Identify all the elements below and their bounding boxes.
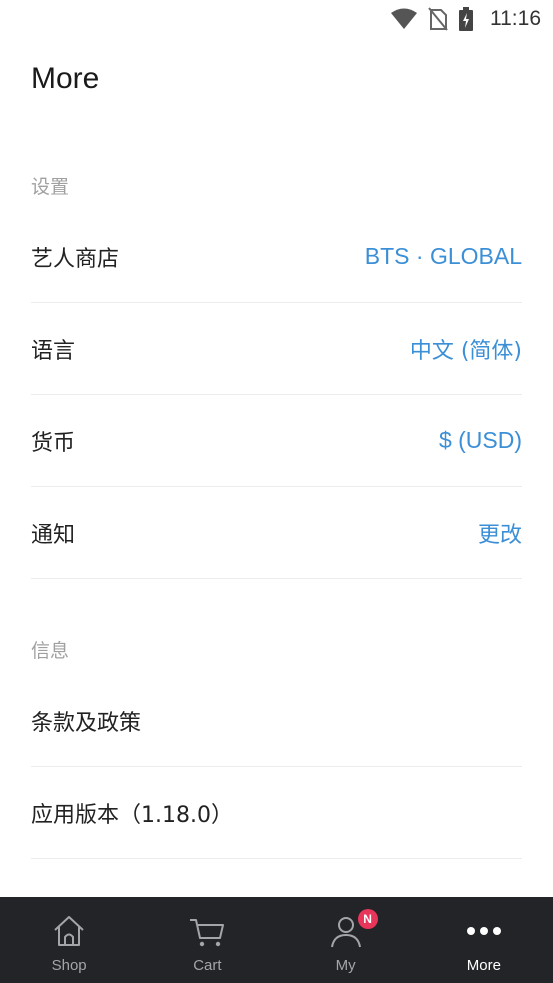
currency-value[interactable]: $ (USD) <box>439 427 522 454</box>
terms-policy-label: 条款及政策 <box>31 710 142 736</box>
info-section-header: 信息 <box>31 640 70 662</box>
artist-shop-label: 艺人商店 <box>31 246 120 272</box>
notification-row[interactable]: 通知 更改 <box>31 487 522 579</box>
settings-section-header: 设置 <box>31 176 70 198</box>
battery-charging-icon <box>459 7 473 31</box>
artist-shop-row[interactable]: 艺人商店 BTS · GLOBAL <box>31 211 522 303</box>
home-icon <box>51 911 87 951</box>
wifi-icon <box>391 8 417 29</box>
no-sim-icon <box>428 7 448 31</box>
language-label: 语言 <box>31 338 76 364</box>
nav-item-more[interactable]: More <box>415 897 553 983</box>
person-icon: N <box>328 909 378 951</box>
nav-item-my[interactable]: N My <box>277 897 415 983</box>
terms-policy-row[interactable]: 条款及政策 <box>31 675 522 767</box>
language-row[interactable]: 语言 中文 (简体) <box>31 303 522 395</box>
app-version-row: 应用版本（1.18.0） <box>31 767 522 859</box>
status-time: 11:16 <box>490 7 541 30</box>
currency-label: 货币 <box>31 430 76 456</box>
cart-icon <box>188 911 226 951</box>
new-badge: N <box>357 909 378 929</box>
status-bar: 11:16 <box>0 0 553 38</box>
bottom-nav: Shop Cart N My More <box>0 897 553 983</box>
notification-label: 通知 <box>31 522 76 548</box>
more-dots-icon <box>464 911 504 951</box>
page-title: More <box>31 62 100 95</box>
artist-shop-value[interactable]: BTS · GLOBAL <box>365 243 522 270</box>
nav-label-more: More <box>466 957 501 974</box>
currency-row[interactable]: 货币 $ (USD) <box>31 395 522 487</box>
nav-label-shop: Shop <box>51 957 87 974</box>
nav-label-cart: Cart <box>193 957 222 974</box>
language-value[interactable]: 中文 (简体) <box>410 333 522 365</box>
more-screen: 11:16 More 设置 艺人商店 BTS · GLOBAL 语言 中文 (简… <box>0 0 553 983</box>
nav-item-shop[interactable]: Shop <box>0 897 138 983</box>
app-version-label: 应用版本（1.18.0） <box>31 802 233 828</box>
nav-label-my: My <box>335 957 356 974</box>
notification-change-link[interactable]: 更改 <box>478 517 522 549</box>
nav-item-cart[interactable]: Cart <box>138 897 276 983</box>
